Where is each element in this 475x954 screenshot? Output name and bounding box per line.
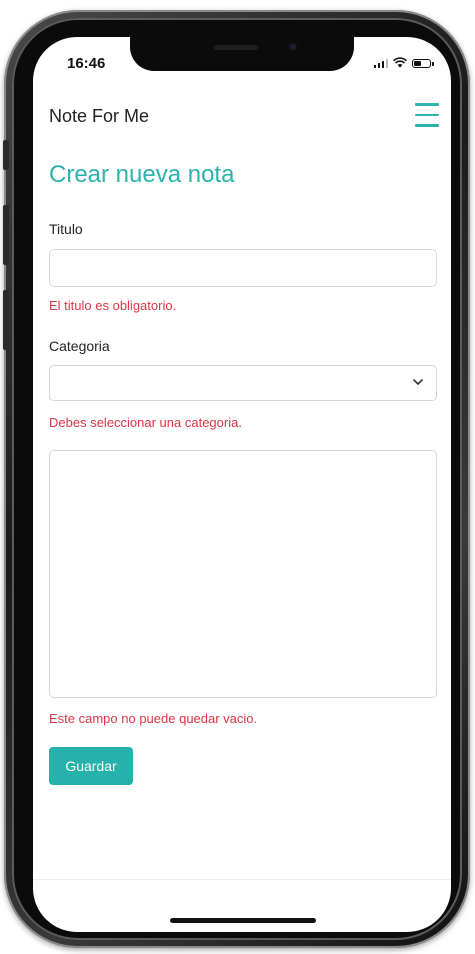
battery-icon bbox=[412, 59, 434, 68]
status-time: 16:46 bbox=[67, 55, 106, 72]
home-indicator[interactable] bbox=[170, 918, 316, 923]
bottom-divider bbox=[33, 879, 451, 880]
navbar: Note For Me bbox=[49, 101, 439, 131]
titulo-label: Titulo bbox=[49, 221, 83, 237]
wifi-icon bbox=[393, 57, 407, 68]
volume-down-button bbox=[3, 290, 9, 350]
contenido-error: Este campo no puede quedar vacio. bbox=[49, 711, 258, 726]
brand-title[interactable]: Note For Me bbox=[49, 106, 149, 127]
mute-switch bbox=[3, 140, 9, 170]
titulo-input[interactable] bbox=[49, 249, 437, 287]
contenido-textarea[interactable] bbox=[49, 450, 437, 698]
front-camera bbox=[288, 42, 298, 52]
phone-screen: 16:46 Note For Me Crear nueva nota Titul… bbox=[33, 37, 451, 932]
page: 16:46 Note For Me Crear nueva nota Titul… bbox=[0, 0, 475, 954]
categoria-select[interactable] bbox=[49, 365, 437, 401]
volume-up-button bbox=[3, 205, 9, 265]
titulo-error: El titulo es obligatorio. bbox=[49, 298, 177, 313]
guardar-button[interactable]: Guardar bbox=[49, 747, 133, 785]
status-icons bbox=[373, 57, 434, 68]
hamburger-menu-icon[interactable] bbox=[415, 103, 439, 127]
categoria-label: Categoria bbox=[49, 338, 110, 354]
categoria-error: Debes seleccionar una categoria. bbox=[49, 415, 242, 430]
battery-level bbox=[414, 61, 421, 66]
notch bbox=[130, 37, 354, 71]
cellular-signal-icon bbox=[373, 58, 388, 68]
page-title: Crear nueva nota bbox=[49, 161, 235, 188]
chevron-down-icon bbox=[413, 379, 423, 385]
earpiece-speaker bbox=[214, 45, 258, 50]
